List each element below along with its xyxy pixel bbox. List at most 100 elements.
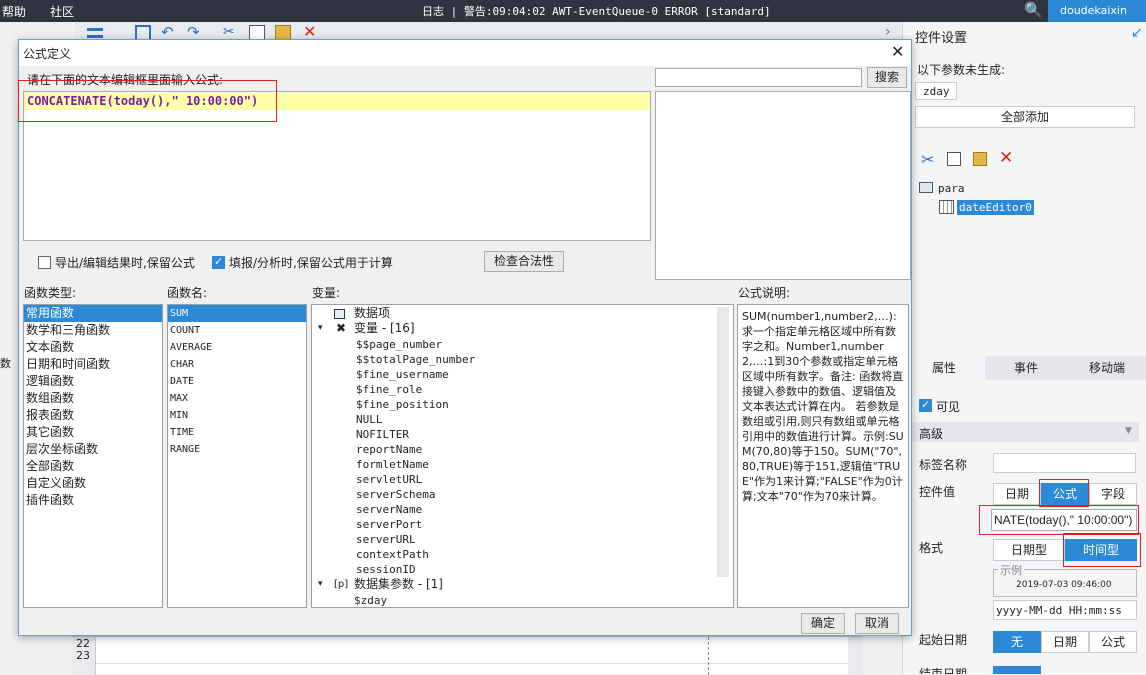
- list-item[interactable]: servletURL: [354, 472, 652, 487]
- formula-dialog: 公式定义 ✕ 请在下面的文本编辑框里面输入公式: CONCATENATE(tod…: [18, 39, 912, 636]
- collapse-icon[interactable]: ↙: [1131, 25, 1143, 41]
- start-none[interactable]: 无: [993, 631, 1041, 653]
- keep-formula-fill-checkbox[interactable]: [212, 255, 225, 269]
- list-item[interactable]: $fine_role: [354, 382, 652, 397]
- highlight-box: [979, 505, 1139, 535]
- paste-icon[interactable]: [973, 152, 987, 166]
- value-type-field[interactable]: 字段: [1089, 483, 1137, 505]
- list-item[interactable]: 自定义函数: [24, 475, 162, 492]
- keep-formula-export-checkbox[interactable]: [38, 256, 51, 269]
- dataset-param-icon: [p]: [334, 579, 349, 590]
- list-item[interactable]: COUNT: [168, 322, 306, 339]
- menu-icon[interactable]: [87, 28, 103, 38]
- scrollbar[interactable]: [717, 307, 729, 577]
- list-item[interactable]: 数学和三角函数: [24, 322, 162, 339]
- chevron-down-icon[interactable]: ▼: [1125, 426, 1132, 436]
- list-item[interactable]: sessionID: [354, 562, 652, 577]
- list-item[interactable]: $fine_username: [354, 367, 652, 382]
- list-item[interactable]: $fine_position: [354, 397, 652, 412]
- search-button[interactable]: 搜索: [867, 67, 907, 88]
- list-item[interactable]: DATE: [168, 373, 306, 390]
- list-item[interactable]: $$totalPage_number: [354, 352, 652, 367]
- chevron-down-icon[interactable]: ▾: [316, 321, 323, 336]
- list-item[interactable]: 逻辑函数: [24, 373, 162, 390]
- dialog-titlebar: 公式定义 ✕: [19, 40, 911, 66]
- list-item[interactable]: 日期和时间函数: [24, 356, 162, 373]
- list-item[interactable]: serverPort: [354, 517, 652, 532]
- format-pattern-input[interactable]: yyyy-MM-dd HH:mm:ss: [993, 600, 1137, 620]
- list-item[interactable]: 层次坐标函数: [24, 441, 162, 458]
- param-tag[interactable]: zday: [915, 82, 957, 100]
- list-item[interactable]: $$page_number: [354, 337, 652, 352]
- func-types-label: 函数类型:: [24, 286, 77, 300]
- list-item[interactable]: MIN: [168, 407, 306, 424]
- sheet-grid[interactable]: 22 23: [72, 636, 862, 675]
- search-input[interactable]: [655, 68, 862, 87]
- list-item[interactable]: TIME: [168, 424, 306, 441]
- value-type-date[interactable]: 日期: [993, 483, 1041, 505]
- list-item[interactable]: 全部函数: [24, 458, 162, 475]
- cancel-button[interactable]: 取消: [855, 613, 899, 634]
- list-item[interactable]: 数组函数: [24, 390, 162, 407]
- list-item[interactable]: NOFILTER: [354, 427, 652, 442]
- list-item[interactable]: serverSchema: [354, 487, 652, 502]
- advanced-section[interactable]: 高级: [911, 422, 1139, 442]
- chevron-down-icon[interactable]: ▾: [316, 577, 323, 592]
- list-item[interactable]: 报表函数: [24, 407, 162, 424]
- var-root-variables[interactable]: 变量 - [16]: [352, 321, 415, 336]
- widget-settings-panel: 控件设置 ↙ 以下参数未生成: zday 全部添加 ✂ ✕ para dateE…: [902, 22, 1146, 674]
- list-item[interactable]: 文本函数: [24, 339, 162, 356]
- visible-checkbox[interactable]: [919, 398, 932, 412]
- menu-help[interactable]: 帮助: [2, 3, 26, 20]
- start-formula[interactable]: 公式: [1089, 631, 1137, 653]
- check-validity-button[interactable]: 检查合法性: [484, 251, 564, 272]
- search-results[interactable]: [655, 91, 911, 280]
- format-date-type[interactable]: 日期型: [993, 539, 1065, 561]
- var-root-data-items[interactable]: 数据项: [352, 306, 390, 321]
- menu-community[interactable]: 社区: [50, 3, 74, 20]
- list-item[interactable]: contextPath: [354, 547, 652, 562]
- end-none-button[interactable]: [993, 666, 1041, 674]
- func-names-list[interactable]: SUM COUNT AVERAGE CHAR DATE MAX MIN TIME RANGE: [167, 304, 307, 608]
- delete-icon[interactable]: ✕: [999, 148, 1013, 168]
- start-date[interactable]: 日期: [1041, 631, 1089, 653]
- var-item-zday[interactable]: $zday: [352, 593, 387, 607]
- list-item[interactable]: RANGE: [168, 441, 306, 458]
- log-status[interactable]: 日志 | 警告:09:04:02 AWT-EventQueue-0 ERROR …: [422, 3, 771, 19]
- keep-formula-export-label: 导出/编辑结果时,保留公式: [55, 256, 195, 270]
- cut-icon[interactable]: ✂: [921, 150, 934, 169]
- list-item[interactable]: NULL: [354, 412, 652, 427]
- var-root-dataset-params[interactable]: 数据集参数 - [1]: [352, 577, 443, 592]
- list-item[interactable]: 插件函数: [24, 492, 162, 509]
- tag-name-input[interactable]: [993, 453, 1136, 473]
- tab-attributes[interactable]: 属性: [903, 356, 985, 380]
- list-item[interactable]: reportName: [354, 442, 652, 457]
- widget-value-label: 控件值: [919, 485, 956, 499]
- func-types-list[interactable]: 常用函数 数学和三角函数 文本函数 日期和时间函数 逻辑函数 数组函数 报表函数 其它函数 层次…: [23, 304, 163, 608]
- list-item[interactable]: CHAR: [168, 356, 306, 373]
- list-item[interactable]: MAX: [168, 390, 306, 407]
- list-item[interactable]: AVERAGE: [168, 339, 306, 356]
- add-all-button[interactable]: 全部添加: [915, 106, 1135, 128]
- list-item[interactable]: serverURL: [354, 532, 652, 547]
- end-date-label: 结束日期: [919, 667, 968, 674]
- search-icon[interactable]: 🔍: [1024, 1, 1043, 19]
- ok-button[interactable]: 确定: [801, 613, 845, 634]
- list-item[interactable]: 其它函数: [24, 424, 162, 441]
- tree-child[interactable]: dateEditor0: [957, 200, 1034, 215]
- var-items[interactable]: $$page_number $$totalPage_number $fine_use…: [352, 337, 652, 576]
- tree-root[interactable]: para: [938, 182, 965, 195]
- close-icon[interactable]: ✕: [891, 42, 904, 61]
- list-item[interactable]: SUM: [168, 305, 306, 322]
- user-name[interactable]: doudekaixin: [1048, 0, 1146, 22]
- list-item[interactable]: 常用函数: [24, 305, 162, 322]
- list-item[interactable]: formletName: [354, 457, 652, 472]
- tab-mobile[interactable]: 移动端: [1067, 356, 1146, 380]
- tab-events[interactable]: 事件: [985, 356, 1067, 380]
- panel-title: 控件设置: [915, 31, 968, 46]
- copy-icon[interactable]: [947, 152, 961, 166]
- list-item[interactable]: serverName: [354, 502, 652, 517]
- vars-tree[interactable]: 数据项 ▾ ✖ 变量 - [16] $$page_number $$totalPa…: [311, 304, 734, 608]
- vars-label: 变量:: [312, 286, 341, 300]
- tag-name-label: 标签名称: [919, 458, 968, 472]
